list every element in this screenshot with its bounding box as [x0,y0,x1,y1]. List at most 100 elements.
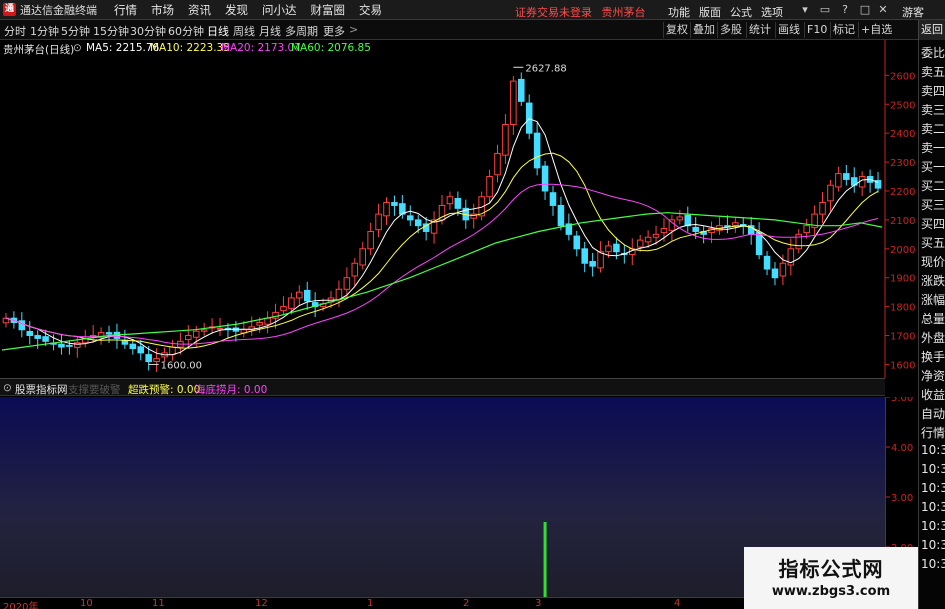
period-5min[interactable]: 5分钟 [61,23,90,39]
menu-item-quotes[interactable]: 行情 [114,2,137,18]
sidebar-item[interactable]: 委比 [921,44,945,61]
sidebar-item[interactable]: 行情 [921,424,945,441]
menu-formula[interactable]: 公式 [730,4,752,20]
price-tick-label: 2300 [890,158,915,169]
menu-item-discover[interactable]: 发现 [225,2,248,18]
menu-item-news[interactable]: 资讯 [188,2,211,18]
quote-sidebar: 委比卖五卖四卖三卖二卖一买一买二买三买四买五现价涨跌涨幅总量外盘换手净资收益自动… [918,40,945,609]
sidebar-item[interactable]: 买四 [921,215,945,232]
back-button[interactable]: 返回 [918,20,945,40]
sidebar-item[interactable]: 收益 [921,386,945,403]
close-icon[interactable]: ✕ [876,3,890,16]
period-multi[interactable]: 多周期 [285,23,318,39]
sidebar-item[interactable]: 卖二 [921,120,945,137]
candle-body [343,277,351,290]
price-tick-label: 2200 [890,187,915,198]
candle-body [288,297,295,309]
date-label: 4 [674,598,681,609]
sidebar-item[interactable]: 自动 [921,405,945,422]
price-tick-label: 1600 [890,360,915,371]
adjust-button[interactable]: 复权 [663,22,690,38]
sidebar-item[interactable]: 10:31 [921,557,945,571]
sidebar-item[interactable]: 净资 [921,367,945,384]
sidebar-item[interactable]: 卖一 [921,139,945,156]
sidebar-item[interactable]: 换手 [921,348,945,365]
period-weekly[interactable]: 周线 [233,23,255,39]
candle-body [652,233,660,238]
add-favorite-button[interactable]: +自选 [858,22,894,38]
sidebar-item[interactable]: 10:31 [921,519,945,533]
menu-options[interactable]: 选项 [761,4,783,20]
sidebar-item[interactable]: 买五 [921,234,945,251]
period-60min[interactable]: 60分钟 [168,23,204,39]
candle-body [34,335,41,339]
sidebar-item[interactable]: 10:31 [921,538,945,552]
help-icon[interactable]: ? [838,3,852,16]
sidebar-item[interactable]: 买二 [921,177,945,194]
sidebar-item[interactable]: 外盘 [921,329,945,346]
sidebar-item[interactable]: 10:31 [921,462,945,476]
login-status[interactable]: 证券交易未登录 贵州茅台 [515,4,646,20]
candle-body [280,306,287,312]
sidebar-item[interactable]: 卖五 [921,63,945,80]
period-tick[interactable]: 分时 [4,23,26,39]
restore-icon[interactable]: ▭ [818,3,832,16]
sidebar-item[interactable]: 买一 [921,158,945,175]
candle-body [549,192,557,206]
sidebar-item[interactable]: 10:31 [921,481,945,495]
candlestick-chart[interactable]: 1600 1700 1800 1900 2000 2100 2200 2300 2400 2500… [0,40,918,378]
sidebar-item[interactable]: 卖四 [921,82,945,99]
watermark: 指标公式网 www.zbgs3.com [744,547,918,609]
candle-body [502,123,509,156]
sidebar-item[interactable]: 买三 [921,196,945,213]
candle-body [391,202,398,206]
price-tick-label: 2500 [890,100,915,111]
menu-layout[interactable]: 版面 [699,4,721,20]
indicator-line1: 超跌预警: 0.00 [128,384,201,396]
sidebar-item[interactable]: 涨跌 [921,272,945,289]
sidebar-item[interactable]: 10:31 [921,443,945,457]
candle-body [18,320,26,331]
candle-body [454,197,462,209]
overlay-button[interactable]: 叠加 [690,22,717,38]
signal-bar [543,522,547,597]
period-more[interactable]: 更多 [323,23,345,39]
period-1min[interactable]: 1分钟 [30,23,59,39]
indicator-settings-icon[interactable]: ⊙ [3,382,12,394]
menu-item-ask[interactable]: 问小达 [262,2,297,18]
candle-body [216,327,224,330]
menu-item-trade[interactable]: 交易 [359,2,382,18]
f10-button[interactable]: F10 [804,22,829,38]
candle-body [105,332,113,335]
sidebar-item[interactable]: 现价 [921,253,945,270]
sidebar-item[interactable]: 涨幅 [921,291,945,308]
minimize-icon[interactable]: ▾ [798,3,812,16]
candle-body [525,102,533,134]
candle-body [367,230,374,250]
multi-stock-button[interactable]: 多股 [717,22,744,38]
candle-body [145,354,152,363]
menu-item-market[interactable]: 市场 [151,2,174,18]
more-chevron-icon[interactable]: > [349,23,358,36]
candle-body [597,251,604,269]
mark-button[interactable]: 标记 [830,22,857,38]
sidebar-item[interactable]: 总量 [921,310,945,327]
user-label[interactable]: 游客 [902,4,924,20]
period-monthly[interactable]: 月线 [259,23,281,39]
candle-body [732,222,739,226]
candle-body [153,358,160,363]
period-15min[interactable]: 15分钟 [93,23,129,39]
period-30min[interactable]: 30分钟 [130,23,166,39]
login-status-text: 证券交易未登录 [515,6,592,19]
draw-button[interactable]: 画线 [775,22,802,38]
window-icon[interactable]: □ [858,3,872,16]
menu-function[interactable]: 功能 [668,4,690,20]
sidebar-item[interactable]: 卖三 [921,101,945,118]
sidebar-item[interactable]: 10:31 [921,500,945,514]
menu-item-wealth[interactable]: 财富圈 [311,2,346,18]
date-label: 11 [152,598,165,609]
stats-button[interactable]: 统计 [746,22,773,38]
candle-body [755,232,763,256]
period-daily[interactable]: 日线 [207,23,229,39]
candle-body [835,173,842,188]
